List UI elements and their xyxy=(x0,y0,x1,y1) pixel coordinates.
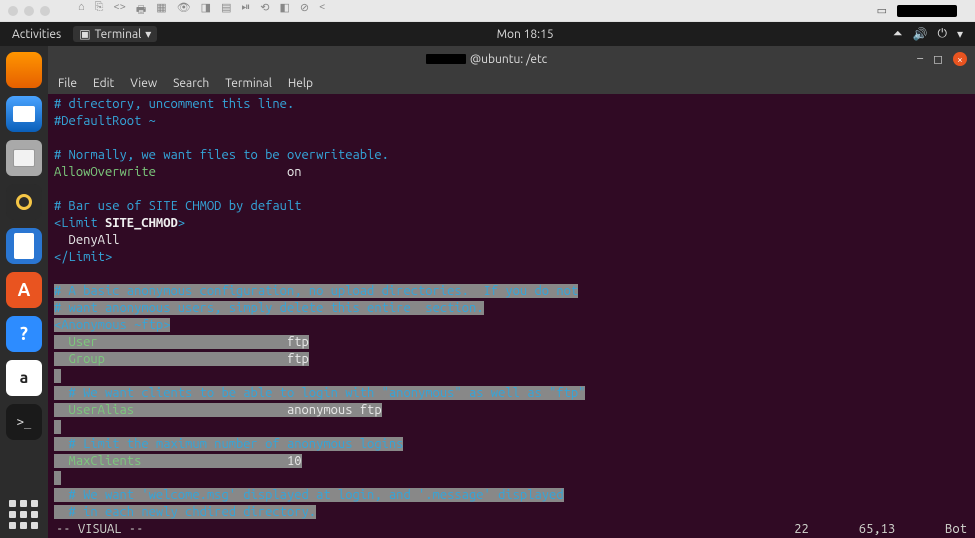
host-tool-icon[interactable]: ⎘ xyxy=(95,1,104,20)
window-traffic-lights[interactable] xyxy=(8,6,50,16)
app-menu-terminal[interactable]: ▣ Terminal ▾ xyxy=(73,26,157,42)
terminal-window: @ubuntu: /etc – ◻ × File Edit View Search Te… xyxy=(48,46,975,538)
gnome-dock: A ? a >_ xyxy=(0,46,48,538)
host-tool-icon[interactable]: < xyxy=(319,1,325,20)
dock-amazon[interactable]: a xyxy=(6,360,42,396)
menu-file[interactable]: File xyxy=(58,77,77,90)
redacted-title xyxy=(897,5,957,17)
host-titlebar: ⌂ ⎘ <> 🖶 ▦ 👁 ◨ ▤ ⏯ ⟲ ◧ ⊘ < ▭ xyxy=(0,0,975,22)
network-icon[interactable]: ⏶ xyxy=(893,27,903,41)
host-tool-icon[interactable]: ▦ xyxy=(156,1,166,20)
terminal-menubar[interactable]: File Edit View Search Terminal Help xyxy=(48,72,975,94)
host-tool-icon[interactable]: ⊘ xyxy=(300,1,309,20)
host-tool-icon[interactable]: 🖶 xyxy=(136,1,146,20)
host-tool-icon[interactable]: ⌂ xyxy=(78,1,85,20)
minimize-button[interactable]: – xyxy=(917,52,923,66)
menu-help[interactable]: Help xyxy=(288,77,313,90)
host-tool-icon[interactable]: <> xyxy=(113,1,125,20)
dock-rhythmbox[interactable] xyxy=(6,184,42,220)
dock-thunderbird[interactable] xyxy=(6,96,42,132)
dock-files[interactable] xyxy=(6,140,42,176)
dock-help[interactable]: ? xyxy=(6,316,42,352)
host-tool-icon[interactable]: ▤ xyxy=(221,1,231,20)
redacted-user xyxy=(426,54,466,64)
dock-software[interactable]: A xyxy=(6,272,42,308)
host-tool-icon[interactable]: ◧ xyxy=(280,1,290,20)
maximize-button[interactable]: ◻ xyxy=(933,52,943,66)
dock-firefox[interactable] xyxy=(6,52,42,88)
vim-statusline: -- VISUAL -- 22 65,13 Bot xyxy=(48,520,975,538)
volume-icon[interactable]: 🔊 xyxy=(913,27,928,41)
terminal-icon: ▣ xyxy=(79,27,90,41)
close-button[interactable]: × xyxy=(953,52,967,66)
max-dot[interactable] xyxy=(40,6,50,16)
host-tool-icon[interactable]: ⟲ xyxy=(260,1,269,20)
min-dot[interactable] xyxy=(24,6,34,16)
gnome-top-panel: Activities ▣ Terminal ▾ Mon 18:15 ⏶ 🔊 ⏻ … xyxy=(0,22,975,46)
window-titlebar[interactable]: @ubuntu: /etc – ◻ × xyxy=(48,46,975,72)
menu-edit[interactable]: Edit xyxy=(93,77,114,90)
chevron-down-icon: ▾ xyxy=(145,27,151,41)
host-tool-icon[interactable]: ◨ xyxy=(201,1,211,20)
host-tool-icon[interactable]: 👁 xyxy=(177,1,191,20)
host-tool-icon[interactable]: ⏯ xyxy=(241,1,250,20)
vim-mode: -- VISUAL -- xyxy=(56,522,143,536)
close-dot[interactable] xyxy=(8,6,18,16)
vim-cursor-pos: 65,13 xyxy=(859,522,895,536)
host-tab-icon: ▭ xyxy=(877,4,887,17)
host-toolbar-icons: ⌂ ⎘ <> 🖶 ▦ 👁 ◨ ▤ ⏯ ⟲ ◧ ⊘ < xyxy=(78,1,325,20)
dock-terminal[interactable]: >_ xyxy=(6,404,42,440)
menu-search[interactable]: Search xyxy=(173,77,209,90)
panel-clock[interactable]: Mon 18:15 xyxy=(497,28,554,41)
vim-scroll-pos: Bot xyxy=(945,522,967,536)
activities-button[interactable]: Activities xyxy=(12,28,61,41)
vim-lines: 22 xyxy=(794,522,809,536)
power-icon[interactable]: ⏻ xyxy=(937,27,947,41)
menu-view[interactable]: View xyxy=(130,77,157,90)
chevron-down-icon[interactable]: ▾ xyxy=(957,27,963,41)
panel-tray[interactable]: ⏶ 🔊 ⏻ ▾ xyxy=(893,27,963,41)
window-title: @ubuntu: /etc xyxy=(426,53,547,66)
title-path: @ubuntu: /etc xyxy=(470,53,547,66)
menu-terminal[interactable]: Terminal xyxy=(225,77,272,90)
dock-libreoffice[interactable] xyxy=(6,228,42,264)
vim-editor[interactable]: # directory, uncomment this line. #Defau… xyxy=(48,94,975,520)
show-applications[interactable] xyxy=(9,500,39,530)
app-menu-label: Terminal xyxy=(95,28,142,41)
